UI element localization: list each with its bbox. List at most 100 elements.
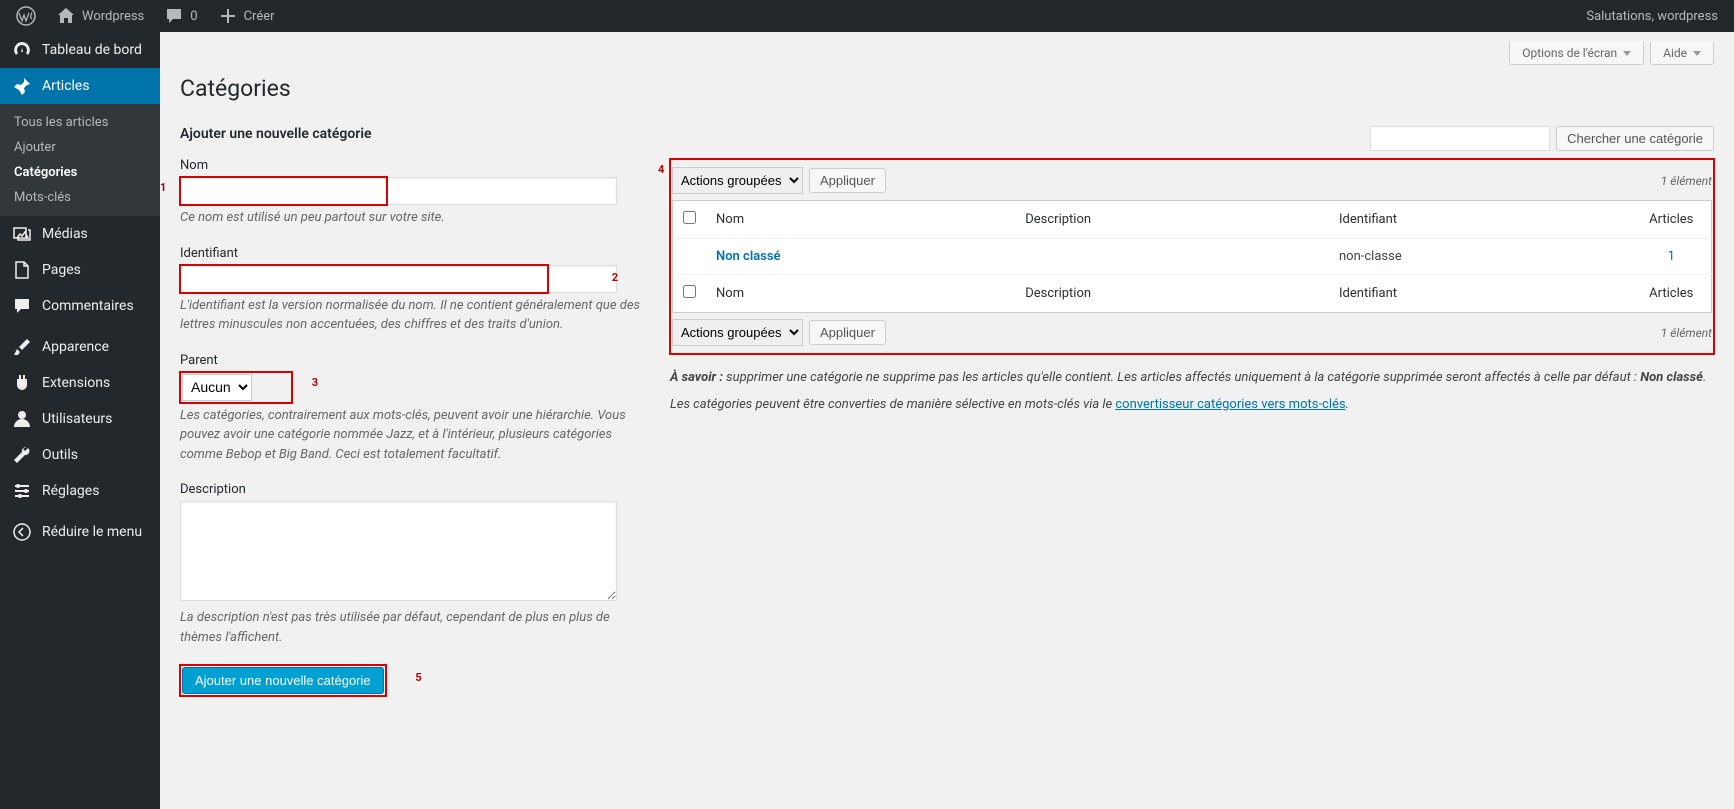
col-name-foot[interactable]: Nom bbox=[706, 275, 1015, 313]
menu-appearance[interactable]: Apparence bbox=[0, 329, 160, 365]
item-count-top: 1 élément bbox=[1661, 174, 1712, 188]
submenu-categories[interactable]: Catégories bbox=[0, 160, 160, 185]
greeting[interactable]: Salutations, wordpress bbox=[1578, 9, 1726, 24]
item-count-bottom: 1 élément bbox=[1661, 326, 1712, 340]
annotation-4: 4 bbox=[658, 163, 664, 176]
name-label: Nom bbox=[180, 158, 640, 173]
apply-bottom-button[interactable]: Appliquer bbox=[809, 320, 886, 345]
col-slug-foot[interactable]: Identifiant bbox=[1329, 275, 1632, 313]
menu-tools-label: Outils bbox=[42, 447, 78, 463]
wrench-icon bbox=[12, 445, 32, 465]
menu-media-label: Médias bbox=[42, 226, 88, 242]
pin-icon bbox=[12, 76, 32, 96]
chevron-down-icon bbox=[1623, 51, 1631, 56]
comments-link[interactable]: 0 bbox=[156, 0, 205, 32]
menu-users[interactable]: Utilisateurs bbox=[0, 401, 160, 437]
parent-help: Les catégories, contrairement aux mots-c… bbox=[180, 406, 640, 465]
new-label: Créer bbox=[244, 9, 275, 24]
slug-label: Identifiant bbox=[180, 246, 640, 261]
note1-body: supprimer une catégorie ne supprime pas … bbox=[723, 370, 1640, 385]
slug-input-ext[interactable] bbox=[548, 265, 617, 293]
categories-table: Nom Description Identifiant Articles Non… bbox=[672, 200, 1712, 313]
category-slug: non-classe bbox=[1329, 239, 1632, 275]
menu-pages[interactable]: Pages bbox=[0, 252, 160, 288]
converter-link[interactable]: convertisseur catégories vers mots-clés bbox=[1115, 397, 1345, 412]
help-label: Aide bbox=[1663, 46, 1687, 60]
admin-menu: Tableau de bord Articles Tous les articl… bbox=[0, 32, 160, 809]
menu-comments-label: Commentaires bbox=[42, 298, 134, 314]
notes: À savoir : supprimer une catégorie ne su… bbox=[670, 368, 1714, 416]
menu-settings[interactable]: Réglages bbox=[0, 473, 160, 509]
slug-input[interactable] bbox=[180, 265, 548, 293]
menu-tools[interactable]: Outils bbox=[0, 437, 160, 473]
submenu-add-post[interactable]: Ajouter bbox=[0, 135, 160, 160]
col-desc[interactable]: Description bbox=[1015, 201, 1329, 239]
site-name-link[interactable]: Wordpress bbox=[48, 0, 152, 32]
wp-logo[interactable] bbox=[8, 0, 44, 32]
dashboard-icon bbox=[12, 40, 32, 60]
select-all-top[interactable] bbox=[683, 211, 696, 224]
annotation-5: 5 bbox=[415, 671, 421, 684]
menu-posts[interactable]: Articles bbox=[0, 68, 160, 104]
name-input-ext[interactable] bbox=[387, 177, 617, 205]
desc-help: La description n'est pas très utilisée p… bbox=[180, 608, 640, 647]
search-button[interactable]: Chercher une catégorie bbox=[1556, 126, 1714, 151]
menu-dashboard[interactable]: Tableau de bord bbox=[0, 32, 160, 68]
slug-help: L'identifiant est la version normalisée … bbox=[180, 296, 640, 335]
col-posts[interactable]: Articles bbox=[1632, 201, 1712, 239]
col-desc-foot[interactable]: Description bbox=[1015, 275, 1329, 313]
submenu-all-posts[interactable]: Tous les articles bbox=[0, 110, 160, 135]
page-title: Catégories bbox=[180, 75, 1714, 106]
name-input[interactable] bbox=[180, 177, 387, 205]
menu-dashboard-label: Tableau de bord bbox=[42, 42, 142, 58]
brush-icon bbox=[12, 337, 32, 357]
media-icon bbox=[12, 224, 32, 244]
comments-count: 0 bbox=[190, 9, 197, 24]
menu-plugins[interactable]: Extensions bbox=[0, 365, 160, 401]
screen-options-label: Options de l'écran bbox=[1522, 46, 1617, 60]
comment-icon bbox=[12, 296, 32, 316]
note1-prefix: À savoir : bbox=[670, 370, 723, 385]
category-desc bbox=[1015, 239, 1329, 275]
desc-textarea[interactable] bbox=[180, 501, 617, 601]
menu-settings-label: Réglages bbox=[42, 483, 99, 499]
new-link[interactable]: Créer bbox=[210, 0, 283, 32]
page-icon bbox=[12, 260, 32, 280]
name-help: Ce nom est utilisé un peu partout sur vo… bbox=[180, 208, 640, 228]
add-category-heading: Ajouter une nouvelle catégorie bbox=[180, 126, 640, 142]
parent-label: Parent bbox=[180, 353, 640, 368]
annotation-2: 2 bbox=[612, 271, 618, 284]
plugin-icon bbox=[12, 373, 32, 393]
bulk-action-top[interactable]: Actions groupées bbox=[672, 167, 803, 194]
posts-submenu: Tous les articles Ajouter Catégories Mot… bbox=[0, 104, 160, 216]
col-slug[interactable]: Identifiant bbox=[1329, 201, 1632, 239]
screen-options-button[interactable]: Options de l'écran bbox=[1509, 42, 1644, 65]
menu-posts-label: Articles bbox=[42, 78, 90, 94]
bulk-action-bottom[interactable]: Actions groupées bbox=[672, 319, 803, 346]
annotation-3: 3 bbox=[312, 376, 318, 389]
select-all-bottom[interactable] bbox=[683, 285, 696, 298]
parent-select[interactable]: Aucun bbox=[182, 374, 252, 401]
submenu-tags[interactable]: Mots-clés bbox=[0, 185, 160, 210]
category-posts-count[interactable]: 1 bbox=[1668, 249, 1675, 264]
menu-comments[interactable]: Commentaires bbox=[0, 288, 160, 324]
apply-top-button[interactable]: Appliquer bbox=[809, 168, 886, 193]
help-button[interactable]: Aide bbox=[1650, 42, 1714, 65]
menu-pages-label: Pages bbox=[42, 262, 81, 278]
menu-users-label: Utilisateurs bbox=[42, 411, 112, 427]
collapse-icon bbox=[12, 522, 32, 542]
submit-button[interactable]: Ajouter une nouvelle catégorie bbox=[182, 667, 384, 694]
category-link[interactable]: Non classé bbox=[716, 249, 781, 264]
menu-collapse[interactable]: Réduire le menu bbox=[0, 514, 160, 550]
search-input[interactable] bbox=[1370, 126, 1550, 151]
col-posts-foot[interactable]: Articles bbox=[1632, 275, 1712, 313]
admin-bar: Wordpress 0 Créer Salutations, wordpress bbox=[0, 0, 1734, 32]
site-name: Wordpress bbox=[82, 9, 144, 24]
col-name[interactable]: Nom bbox=[706, 201, 1015, 239]
chevron-down-icon bbox=[1693, 51, 1701, 56]
menu-collapse-label: Réduire le menu bbox=[42, 524, 142, 540]
note2-prefix: Les catégories peuvent être converties d… bbox=[670, 397, 1115, 412]
sliders-icon bbox=[12, 481, 32, 501]
menu-media[interactable]: Médias bbox=[0, 216, 160, 252]
desc-label: Description bbox=[180, 482, 640, 497]
